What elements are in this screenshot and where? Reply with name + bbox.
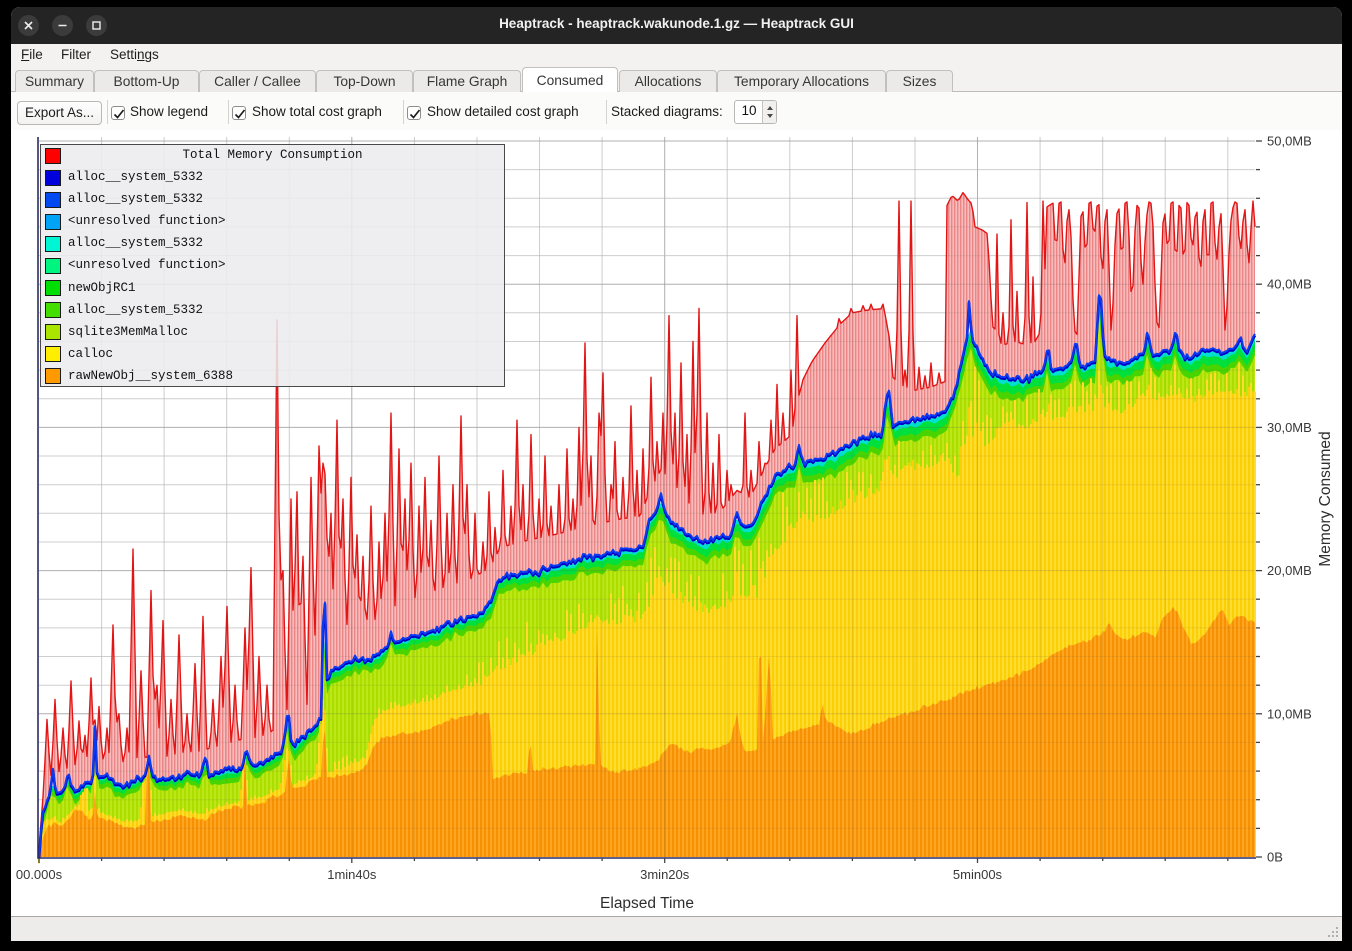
svg-text:5min00s: 5min00s: [953, 867, 1003, 882]
svg-text:3min20s: 3min20s: [640, 867, 690, 882]
svg-text:10,0MB: 10,0MB: [1267, 706, 1312, 721]
svg-text:Memory Consumed: Memory Consumed: [1317, 431, 1334, 566]
svg-text:00.000s: 00.000s: [16, 867, 63, 882]
svg-text:40,0MB: 40,0MB: [1267, 277, 1312, 292]
svg-text:50,0MB: 50,0MB: [1267, 134, 1312, 149]
svg-text:Elapsed Time: Elapsed Time: [600, 895, 694, 912]
svg-text:30,0MB: 30,0MB: [1267, 420, 1312, 435]
svg-text:0B: 0B: [1267, 850, 1283, 865]
svg-text:20,0MB: 20,0MB: [1267, 563, 1312, 578]
svg-text:1min40s: 1min40s: [327, 867, 377, 882]
